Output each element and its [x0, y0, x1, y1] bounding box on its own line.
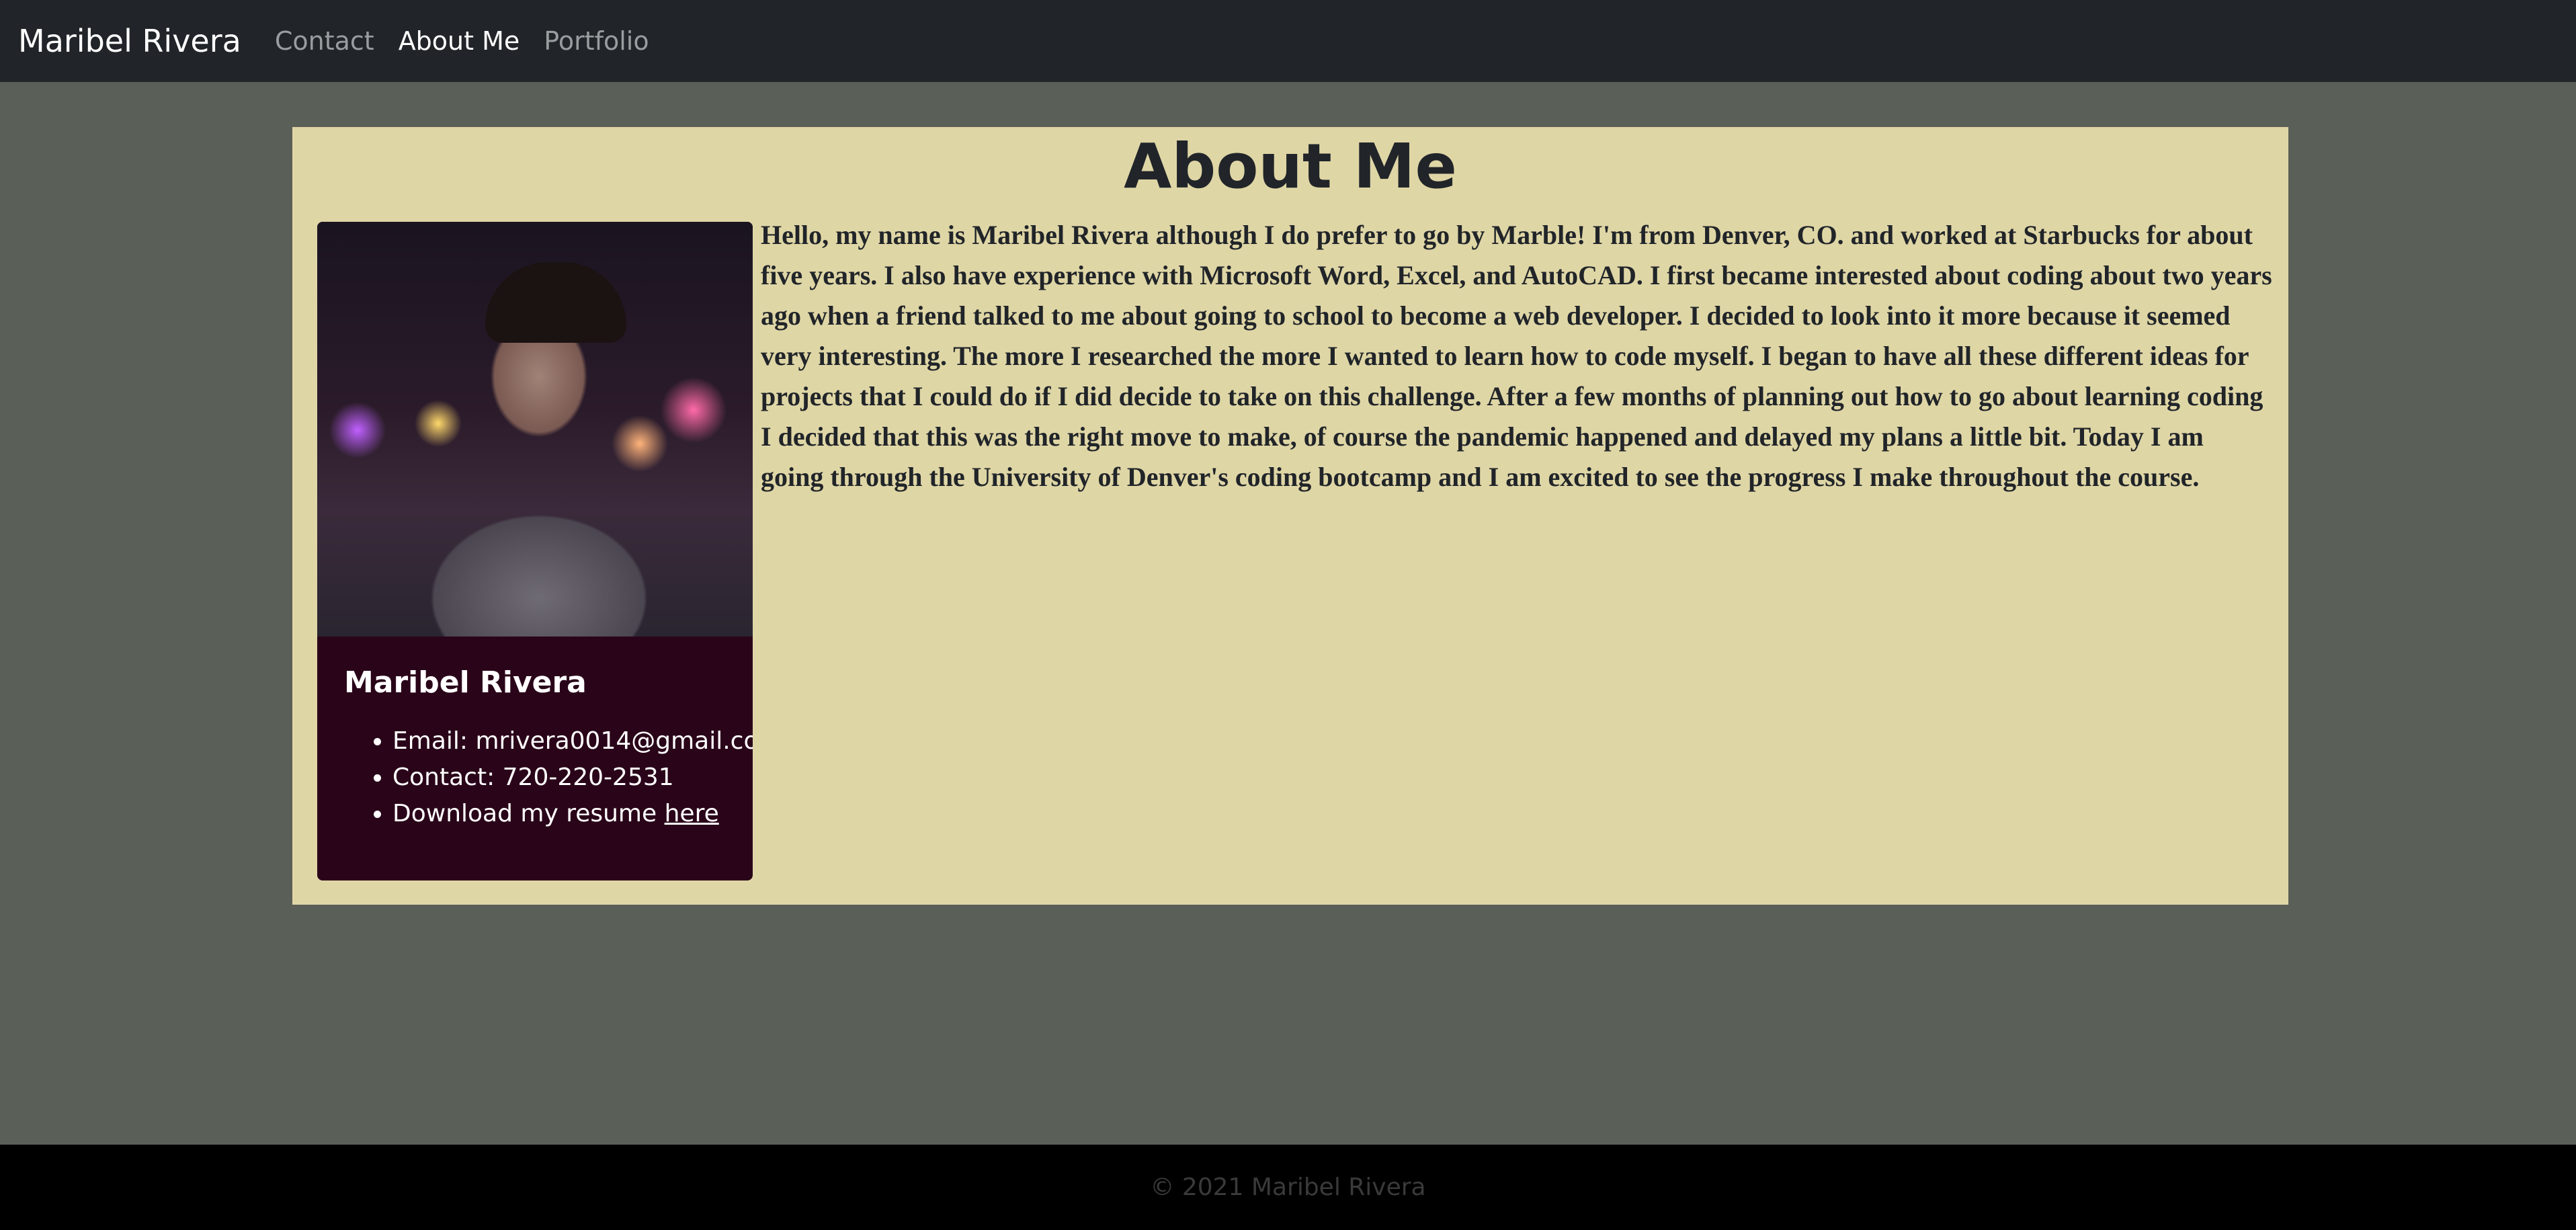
- list-item-email: Email: mrivera0014@gmail.com: [392, 723, 753, 760]
- nav-link-contact[interactable]: Contact: [275, 26, 374, 56]
- page-title: About Me: [1124, 130, 1457, 202]
- bio-text: Hello, my name is Maribel Rivera althoug…: [761, 220, 2272, 492]
- profile-photo: [317, 222, 753, 637]
- footer: © 2021 Maribel Rivera: [0, 1145, 2576, 1230]
- profile-card: Maribel Rivera Email: mrivera0014@gmail.…: [317, 222, 753, 880]
- list-item-resume: Download my resume here: [392, 796, 734, 832]
- footer-copyright: © 2021 Maribel Rivera: [1150, 1174, 1426, 1201]
- email-label: Email:: [392, 727, 476, 755]
- list-item-contact: Contact: 720-220-2531: [392, 760, 734, 796]
- phone-value: 720-220-2531: [502, 764, 674, 791]
- about-panel: About Me Maribel Rivera Email: mrivera00…: [292, 127, 2288, 905]
- card-body: Maribel Rivera Email: mrivera0014@gmail.…: [344, 665, 753, 832]
- contact-list: Email: mrivera0014@gmail.com Contact: 72…: [392, 723, 753, 832]
- top-navbar: Maribel Rivera Contact About Me Portfoli…: [0, 0, 2576, 82]
- photo-detail: [485, 262, 626, 343]
- card-name: Maribel Rivera: [344, 665, 587, 700]
- email-value: mrivera0014@gmail.com: [475, 727, 753, 755]
- resume-download-link[interactable]: here: [665, 800, 719, 827]
- resume-label: Download my resume: [392, 800, 665, 827]
- nav-link-about-me[interactable]: About Me: [399, 26, 520, 56]
- nav-link-portfolio[interactable]: Portfolio: [544, 26, 649, 56]
- brand-link[interactable]: Maribel Rivera: [18, 23, 241, 59]
- contact-label: Contact:: [392, 764, 503, 791]
